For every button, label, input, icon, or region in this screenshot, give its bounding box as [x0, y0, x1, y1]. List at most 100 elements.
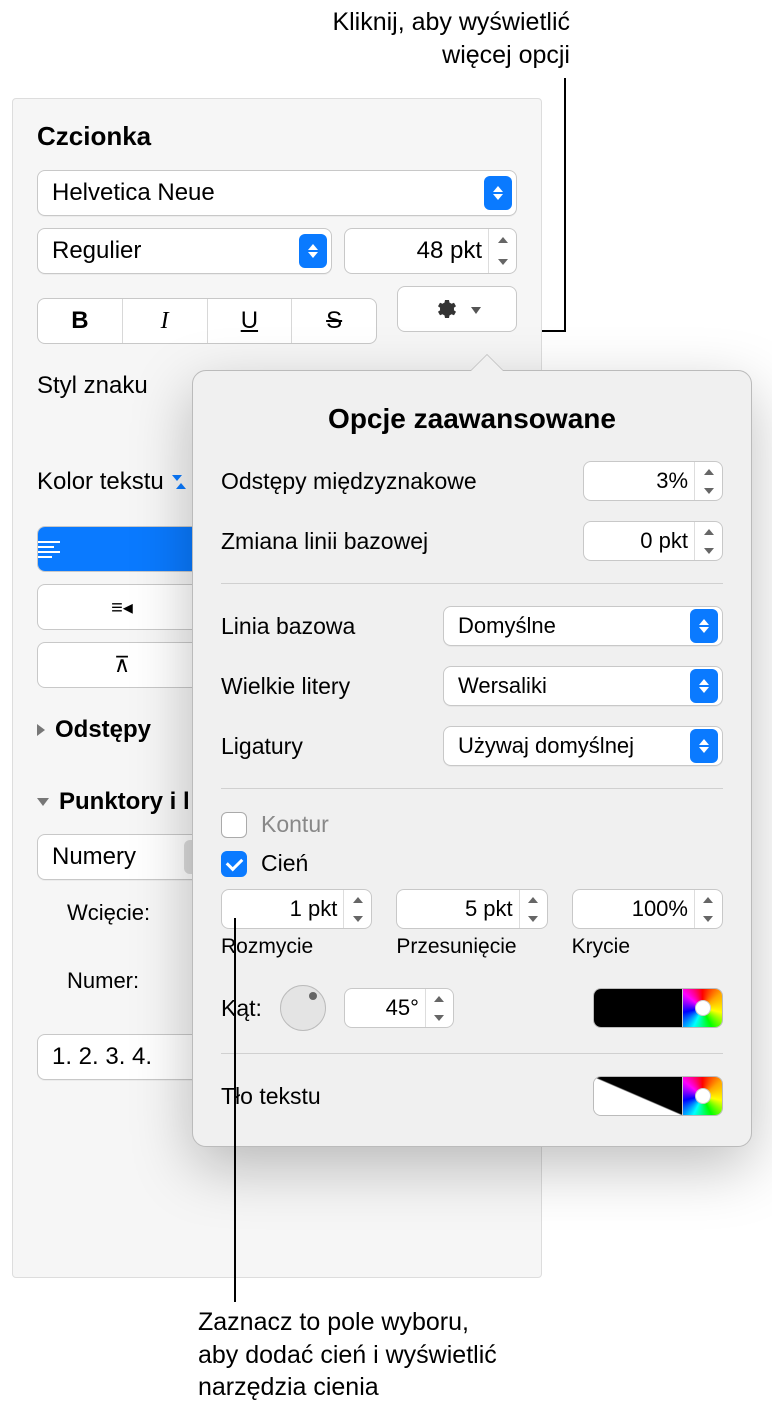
opacity-label: Krycie — [572, 935, 723, 959]
outline-checkbox-row[interactable]: Kontur — [221, 811, 723, 838]
baseline-row: Linia bazowa Domyślne — [221, 606, 723, 646]
callout-bottom: Zaznacz to pole wyboru, aby dodać cień i… — [198, 1306, 497, 1404]
stepper-icon[interactable] — [694, 462, 722, 500]
stepper-icon[interactable] — [694, 522, 722, 560]
spacing-label: Odstępy — [55, 716, 151, 744]
font-style-value: Regulier — [52, 237, 141, 265]
baseline-dropdown[interactable]: Domyślne — [443, 606, 723, 646]
char-spacing-stepper[interactable]: 3% — [583, 461, 723, 501]
blur-stepper[interactable]: 1 pkt — [221, 889, 372, 929]
font-style-dropdown[interactable]: Regulier — [37, 228, 332, 274]
align-top-button[interactable]: ⊼ — [38, 643, 206, 687]
align-top-icon: ⊼ — [114, 652, 130, 677]
baseline-shift-label: Zmiana linii bazowej — [221, 528, 428, 555]
number-format-value: 1. 2. 3. 4. — [52, 1043, 152, 1071]
shadow-controls: 1 pkt Rozmycie 5 pkt Przesunięcie 100% K… — [221, 889, 723, 959]
section-font-title: Czcionka — [37, 121, 517, 152]
chevron-right-icon — [37, 724, 45, 736]
divider — [221, 583, 723, 584]
shadow-color-well[interactable] — [593, 988, 723, 1028]
callout-top-line-v — [564, 78, 566, 330]
stepper-icon[interactable] — [343, 890, 371, 928]
font-family-dropdown[interactable]: Helvetica Neue — [37, 170, 517, 216]
indent-left-icon: ≡◂ — [111, 597, 133, 619]
offset-label: Przesunięcie — [396, 935, 547, 959]
divider — [221, 1053, 723, 1054]
opacity-value: 100% — [585, 896, 694, 922]
baseline-shift-stepper[interactable]: 0 pkt — [583, 521, 723, 561]
stepper-icon[interactable] — [488, 229, 516, 273]
ligatures-label: Ligatury — [221, 733, 303, 760]
angle-stepper[interactable]: 45° — [344, 988, 454, 1028]
bullets-label: Punktory i l — [59, 788, 190, 816]
outline-label: Kontur — [261, 811, 329, 838]
advanced-options-button[interactable] — [397, 286, 517, 332]
caps-label: Wielkie litery — [221, 673, 350, 700]
font-family-value: Helvetica Neue — [52, 179, 215, 207]
callout-top: Kliknij, aby wyświetlić więcej opcji — [332, 6, 570, 71]
stepper-icon[interactable] — [519, 890, 547, 928]
blur-label: Rozmycie — [221, 935, 372, 959]
chevron-down-icon — [465, 296, 481, 322]
text-bg-row: Tło tekstu — [221, 1076, 723, 1116]
bullet-style-dropdown[interactable]: Numery — [37, 834, 217, 880]
shadow-label: Cień — [261, 850, 308, 877]
text-bg-swatch[interactable] — [594, 1077, 682, 1115]
align-left-icon — [38, 541, 60, 558]
outline-checkbox[interactable] — [221, 812, 247, 838]
color-wheel-icon[interactable] — [682, 1077, 722, 1115]
color-wheel-icon[interactable] — [682, 989, 722, 1027]
font-style-segmented: B I U S — [37, 298, 377, 344]
updown-icon — [484, 176, 512, 210]
popover-title: Opcje zaawansowane — [221, 403, 723, 435]
bold-button[interactable]: B — [38, 299, 123, 343]
angle-dial[interactable] — [280, 985, 326, 1031]
angle-label: Kąt: — [221, 995, 262, 1022]
shadow-color-swatch[interactable] — [594, 989, 682, 1027]
angle-value: 45° — [357, 995, 425, 1021]
bullet-style-value: Numery — [52, 843, 136, 871]
updown-icon — [172, 475, 186, 489]
updown-icon — [690, 669, 718, 703]
align-left-button[interactable] — [38, 527, 206, 571]
font-size-value: 48 pkt — [357, 237, 488, 265]
text-bg-color-well[interactable] — [593, 1076, 723, 1116]
italic-button[interactable]: I — [123, 299, 208, 343]
callout-bottom-line — [234, 918, 236, 1302]
number-label: Numer: — [67, 968, 139, 994]
stepper-icon[interactable] — [425, 989, 453, 1027]
offset-stepper[interactable]: 5 pkt — [396, 889, 547, 929]
ligatures-row: Ligatury Używaj domyślnej — [221, 726, 723, 766]
updown-icon — [690, 609, 718, 643]
chevron-down-icon — [37, 798, 49, 806]
alignment-segmented — [37, 526, 207, 572]
stepper-icon[interactable] — [694, 890, 722, 928]
font-size-stepper[interactable]: 48 pkt — [344, 228, 517, 274]
baseline-value: Domyślne — [458, 613, 556, 639]
underline-button[interactable]: U — [208, 299, 293, 343]
gear-icon — [433, 297, 457, 321]
divider — [221, 788, 723, 789]
ligatures-value: Używaj domyślnej — [458, 733, 634, 759]
opacity-stepper[interactable]: 100% — [572, 889, 723, 929]
char-spacing-row: Odstępy międzyznakowe 3% — [221, 461, 723, 501]
angle-row: Kąt: 45° — [221, 985, 723, 1031]
baseline-shift-value: 0 pkt — [596, 528, 694, 554]
indent-label: Wcięcie: — [67, 900, 150, 926]
strike-button[interactable]: S — [292, 299, 376, 343]
caps-value: Wersaliki — [458, 673, 547, 699]
baseline-label: Linia bazowa — [221, 613, 355, 640]
caps-row: Wielkie litery Wersaliki — [221, 666, 723, 706]
updown-icon — [299, 234, 327, 268]
shadow-checkbox-row[interactable]: Cień — [221, 850, 723, 877]
shadow-checkbox[interactable] — [221, 851, 247, 877]
blur-value: 1 pkt — [234, 896, 343, 922]
decrease-indent-button[interactable]: ≡◂ — [38, 585, 206, 629]
ligatures-dropdown[interactable]: Używaj domyślnej — [443, 726, 723, 766]
caps-dropdown[interactable]: Wersaliki — [443, 666, 723, 706]
baseline-shift-row: Zmiana linii bazowej 0 pkt — [221, 521, 723, 561]
advanced-options-popover: Opcje zaawansowane Odstępy międzyznakowe… — [192, 370, 752, 1147]
indent-segmented: ≡◂ — [37, 584, 207, 630]
updown-icon — [690, 729, 718, 763]
char-spacing-value: 3% — [596, 468, 694, 494]
